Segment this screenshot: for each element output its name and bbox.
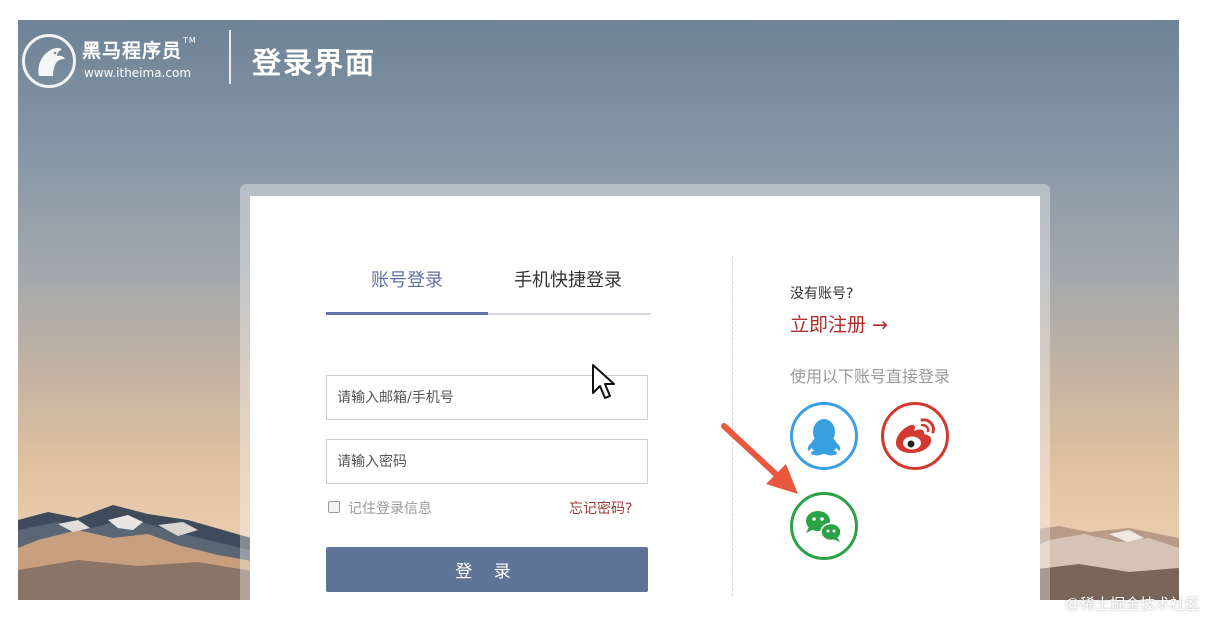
- page-title: 登录界面: [252, 46, 377, 80]
- tab-account-login[interactable]: 账号登录: [371, 266, 443, 292]
- mountain-image-left: [18, 505, 258, 600]
- weibo-icon: [896, 418, 935, 453]
- register-link[interactable]: 立即注册 →: [790, 310, 888, 337]
- remember-label: 记住登录信息: [348, 501, 432, 517]
- forgot-password-link[interactable]: 忘记密码?: [569, 498, 632, 518]
- brand-url: www.itheima.com: [84, 66, 192, 80]
- login-button[interactable]: 登 录: [326, 547, 648, 592]
- login-card: 账号登录 手机快捷登录 记住登录信息 忘记密码? 登 录 没有账号? 立即注册 …: [250, 196, 1040, 600]
- login-tabs: 账号登录 手机快捷登录: [326, 254, 651, 316]
- horse-logo-icon: [22, 34, 76, 88]
- password-input[interactable]: [326, 439, 648, 484]
- brand-logo[interactable]: 黑马程序员TM www.itheima.com: [22, 30, 222, 88]
- annotation-arrow-icon: [721, 423, 798, 494]
- brand-name: 黑马程序员: [82, 40, 183, 62]
- watermark: @稀土掘金技术社区: [1064, 595, 1200, 613]
- header-divider: [229, 30, 231, 84]
- active-tab-indicator: [326, 312, 488, 315]
- trademark-mark: TM: [183, 36, 197, 45]
- background-scene: 黑马程序员TM www.itheima.com 登录界面 账号登录 手机快捷登录…: [18, 20, 1179, 600]
- mouse-pointer-icon: [592, 364, 615, 399]
- third-party-login-tip: 使用以下账号直接登录: [790, 367, 951, 386]
- tab-phone-login[interactable]: 手机快捷登录: [514, 266, 622, 292]
- mountain-image-right: [1029, 526, 1179, 600]
- no-account-text: 没有账号?: [790, 286, 854, 302]
- weibo-login-button[interactable]: [881, 402, 949, 470]
- remember-checkbox[interactable]: [328, 501, 340, 513]
